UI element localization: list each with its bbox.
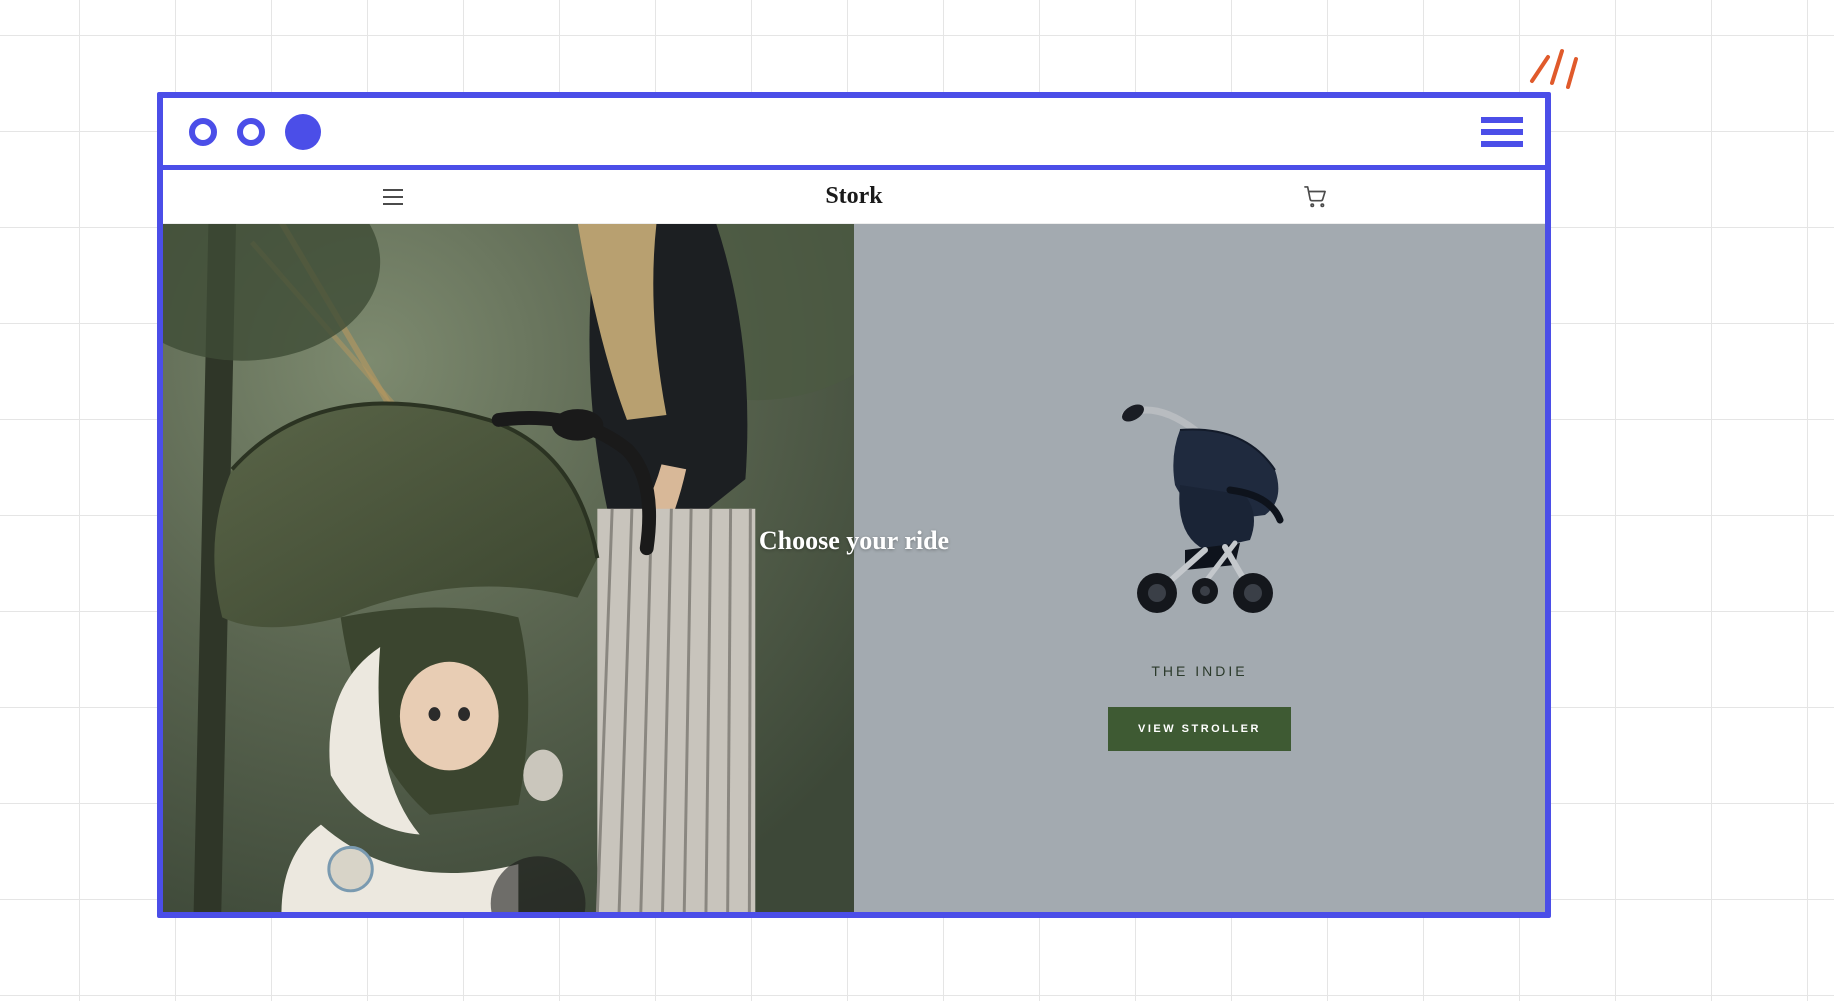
- browser-titlebar: [163, 98, 1545, 170]
- viewport: Stork: [163, 170, 1545, 912]
- hero-heading: Choose your ride: [759, 526, 949, 556]
- product-name: THE INDIE: [1151, 663, 1247, 679]
- site-logo[interactable]: Stork: [624, 183, 1085, 210]
- emphasis-burst-icon: [1522, 35, 1582, 91]
- menu-icon[interactable]: [383, 189, 403, 205]
- window-dot-icon: [285, 114, 321, 150]
- browser-menu-icon[interactable]: [1481, 117, 1523, 147]
- window-controls: [189, 114, 321, 150]
- cart-icon[interactable]: [1304, 186, 1326, 208]
- hero-product-panel: THE INDIE VIEW STROLLER: [854, 224, 1545, 912]
- product-image: [1085, 385, 1315, 615]
- browser-window: Stork: [157, 92, 1551, 918]
- hero-section: Choose your ride: [163, 224, 1545, 912]
- window-dot-icon: [237, 118, 265, 146]
- site-header: Stork: [163, 170, 1545, 224]
- view-stroller-button[interactable]: VIEW STROLLER: [1108, 707, 1291, 751]
- hero-lifestyle-image: [163, 224, 854, 912]
- window-dot-icon: [189, 118, 217, 146]
